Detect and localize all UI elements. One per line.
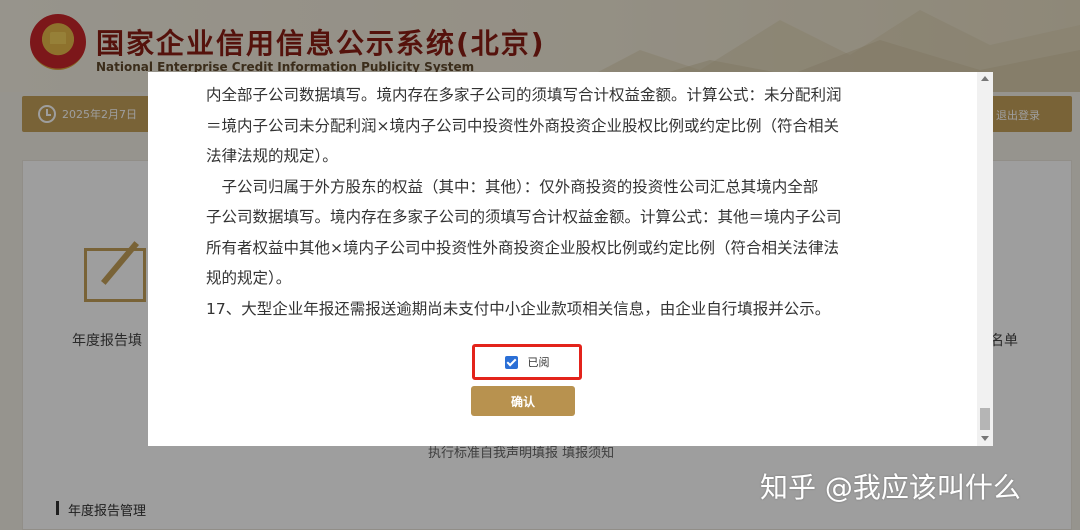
confirm-button[interactable]: 确认 (471, 386, 575, 416)
scroll-down-icon[interactable] (981, 436, 989, 441)
notice-line: 所有者权益中其他×境内子公司中投资性外商投资企业股权比例或约定比例（符合相关法律… (206, 238, 839, 257)
notice-line: 子公司数据填写。境内存在多家子公司的须填写合计权益金额。计算公式：其他＝境内子公… (206, 208, 842, 226)
notice-line: 法律法规的规定）。 (206, 147, 338, 165)
notice-text: 内全部子公司数据填写。境内存在多家子公司的须填写合计权益金额。计算公式：未分配利… (206, 80, 916, 324)
scroll-thumb[interactable] (980, 408, 990, 430)
modal-scrollbar[interactable] (977, 72, 993, 446)
notice-modal: 内全部子公司数据填写。境内存在多家子公司的须填写合计权益金额。计算公式：未分配利… (148, 72, 993, 446)
notice-line: 规的规定）。 (206, 269, 292, 287)
notice-line: ＝境内子公司未分配利润×境内子公司中投资性外商投资企业股权比例或约定比例（符合相… (206, 116, 839, 135)
notice-line: 17、大型企业年报还需报送逾期尚未支付中小企业款项相关信息，由企业自行填报并公示… (206, 299, 831, 318)
notice-line: 子公司归属于外方股东的权益（其中：其他）：仅外商投资的投资性公司汇总其境内全部 (206, 177, 819, 196)
watermark: 知乎 @我应该叫什么 (760, 471, 1021, 504)
read-checkbox[interactable] (504, 355, 518, 369)
notice-line: 内全部子公司数据填写。境内存在多家子公司的须填写合计权益金额。计算公式：未分配利… (206, 86, 842, 104)
scroll-up-icon[interactable] (981, 76, 989, 81)
read-checkbox-label[interactable]: 已阅 (528, 354, 550, 370)
read-confirmation-box[interactable]: 已阅 (472, 344, 582, 380)
